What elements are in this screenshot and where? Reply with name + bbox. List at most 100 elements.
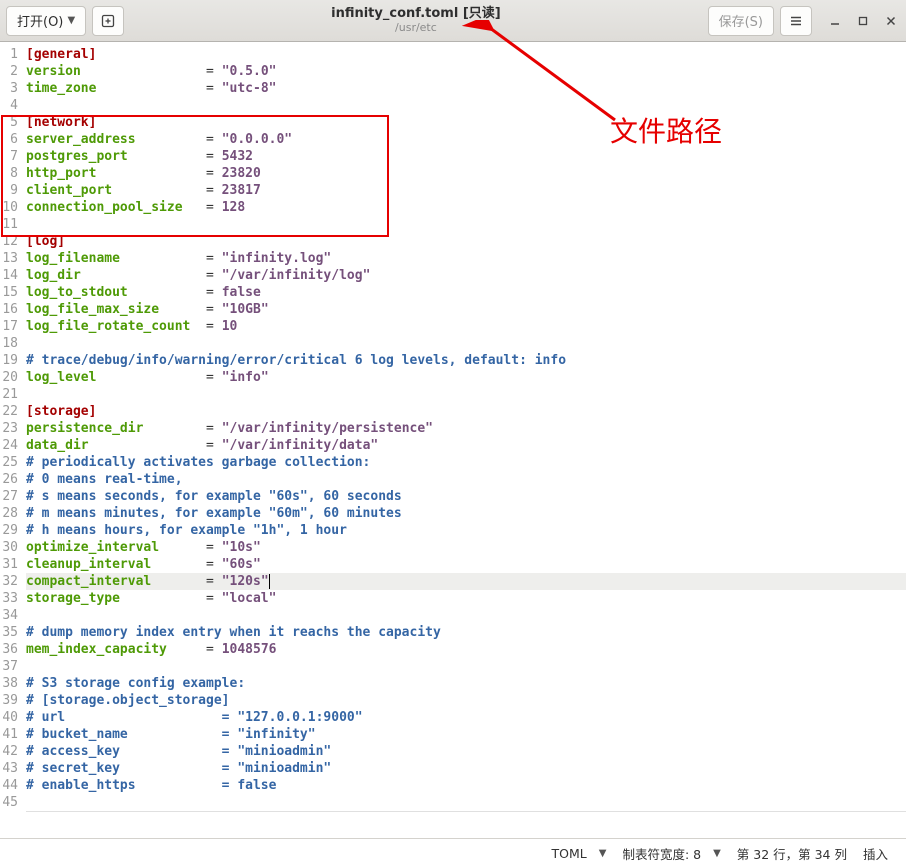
- code-line[interactable]: # bucket_name = "infinity": [26, 726, 906, 743]
- position-label: 第 32 行，第 34 列: [737, 844, 847, 863]
- hamburger-icon: [789, 14, 803, 28]
- tabwidth-selector[interactable]: 制表符宽度: 8 ▼: [614, 844, 728, 863]
- code-line[interactable]: data_dir = "/var/infinity/data": [26, 437, 906, 454]
- code-line[interactable]: [26, 607, 906, 624]
- code-line[interactable]: [26, 386, 906, 403]
- line-number: 42: [0, 743, 22, 760]
- line-number: 23: [0, 420, 22, 437]
- cursor-position[interactable]: 第 32 行，第 34 列: [729, 844, 855, 863]
- code-line[interactable]: # S3 storage config example:: [26, 675, 906, 692]
- editor-area[interactable]: 1234567891011121314151617181920212223242…: [0, 42, 906, 838]
- code-line[interactable]: optimize_interval = "10s": [26, 539, 906, 556]
- language-selector[interactable]: TOML ▼: [544, 846, 615, 861]
- line-number: 38: [0, 675, 22, 692]
- code-line[interactable]: persistence_dir = "/var/infinity/persist…: [26, 420, 906, 437]
- line-number: 33: [0, 590, 22, 607]
- line-number: 45: [0, 794, 22, 811]
- code-line[interactable]: cleanup_interval = "60s": [26, 556, 906, 573]
- code-line[interactable]: # dump memory index entry when it reachs…: [26, 624, 906, 641]
- code-line[interactable]: log_level = "info": [26, 369, 906, 386]
- code-line[interactable]: time_zone = "utc-8": [26, 80, 906, 97]
- code-line[interactable]: # m means minutes, for example "60m", 60…: [26, 505, 906, 522]
- line-number: 34: [0, 607, 22, 624]
- line-number: 41: [0, 726, 22, 743]
- open-button[interactable]: 打开(O) ▼: [6, 6, 86, 36]
- line-number: 14: [0, 267, 22, 284]
- status-bar: TOML ▼ 制表符宽度: 8 ▼ 第 32 行，第 34 列 插入: [0, 838, 906, 867]
- code-line[interactable]: log_file_rotate_count = 10: [26, 318, 906, 335]
- line-number-gutter: 1234567891011121314151617181920212223242…: [0, 46, 22, 811]
- line-number: 11: [0, 216, 22, 233]
- line-number: 44: [0, 777, 22, 794]
- close-button[interactable]: [882, 12, 900, 30]
- code-line[interactable]: client_port = 23817: [26, 182, 906, 199]
- code-line[interactable]: # s means seconds, for example "60s", 60…: [26, 488, 906, 505]
- code-line[interactable]: # [storage.object_storage]: [26, 692, 906, 709]
- line-number: 29: [0, 522, 22, 539]
- maximize-button[interactable]: [854, 12, 872, 30]
- code-line[interactable]: [26, 658, 906, 675]
- code-line[interactable]: # trace/debug/info/warning/error/critica…: [26, 352, 906, 369]
- language-label: TOML: [552, 846, 587, 861]
- new-tab-button[interactable]: [92, 6, 124, 36]
- code-line[interactable]: server_address = "0.0.0.0": [26, 131, 906, 148]
- code-line[interactable]: [26, 794, 906, 812]
- code-line[interactable]: log_file_max_size = "10GB": [26, 301, 906, 318]
- line-number: 16: [0, 301, 22, 318]
- minimize-button[interactable]: [826, 12, 844, 30]
- line-number: 3: [0, 80, 22, 97]
- code-line[interactable]: # periodically activates garbage collect…: [26, 454, 906, 471]
- line-number: 30: [0, 539, 22, 556]
- minimize-icon: [829, 15, 841, 27]
- code-line[interactable]: log_to_stdout = false: [26, 284, 906, 301]
- code-line[interactable]: [26, 97, 906, 114]
- code-line[interactable]: mem_index_capacity = 1048576: [26, 641, 906, 658]
- code-line[interactable]: storage_type = "local": [26, 590, 906, 607]
- line-number: 25: [0, 454, 22, 471]
- line-number: 12: [0, 233, 22, 250]
- save-button[interactable]: 保存(S): [708, 6, 774, 36]
- line-number: 6: [0, 131, 22, 148]
- code-line[interactable]: [storage]: [26, 403, 906, 420]
- code-line[interactable]: # enable_https = false: [26, 777, 906, 794]
- code-line[interactable]: # url = "127.0.0.1:9000": [26, 709, 906, 726]
- tabwidth-label: 制表符宽度: 8: [622, 844, 701, 863]
- line-number: 32: [0, 573, 22, 590]
- code-line[interactable]: version = "0.5.0": [26, 63, 906, 80]
- line-number: 4: [0, 97, 22, 114]
- line-number: 40: [0, 709, 22, 726]
- line-number: 9: [0, 182, 22, 199]
- line-number: 21: [0, 386, 22, 403]
- line-number: 28: [0, 505, 22, 522]
- code-line[interactable]: # h means hours, for example "1h", 1 hou…: [26, 522, 906, 539]
- code-line[interactable]: # 0 means real-time,: [26, 471, 906, 488]
- code-line[interactable]: log_filename = "infinity.log": [26, 250, 906, 267]
- code-line[interactable]: http_port = 23820: [26, 165, 906, 182]
- line-number: 13: [0, 250, 22, 267]
- code-line[interactable]: [log]: [26, 233, 906, 250]
- code-line[interactable]: # access_key = "minioadmin": [26, 743, 906, 760]
- code-line[interactable]: postgres_port = 5432: [26, 148, 906, 165]
- line-number: 36: [0, 641, 22, 658]
- menu-button[interactable]: [780, 6, 812, 36]
- code-line[interactable]: [26, 216, 906, 233]
- code-line[interactable]: compact_interval = "120s": [26, 573, 906, 590]
- line-number: 43: [0, 760, 22, 777]
- new-tab-icon: [100, 13, 116, 29]
- chevron-down-icon: ▼: [599, 848, 607, 859]
- chevron-down-icon: ▼: [68, 15, 76, 26]
- code-line[interactable]: [general]: [26, 46, 906, 63]
- code-line[interactable]: [26, 335, 906, 352]
- line-number: 5: [0, 114, 22, 131]
- annotation-label: 文件路径: [610, 110, 722, 150]
- code-line[interactable]: # secret_key = "minioadmin": [26, 760, 906, 777]
- line-number: 20: [0, 369, 22, 386]
- code-line[interactable]: connection_pool_size = 128: [26, 199, 906, 216]
- code-line[interactable]: log_dir = "/var/infinity/log": [26, 267, 906, 284]
- code-content[interactable]: [general]version = "0.5.0"time_zone = "u…: [26, 46, 906, 812]
- code-line[interactable]: [network]: [26, 114, 906, 131]
- window-subtitle: /usr/etc: [395, 22, 437, 34]
- line-number: 22: [0, 403, 22, 420]
- insert-mode[interactable]: 插入: [855, 844, 896, 863]
- save-button-label: 保存(S): [719, 11, 763, 30]
